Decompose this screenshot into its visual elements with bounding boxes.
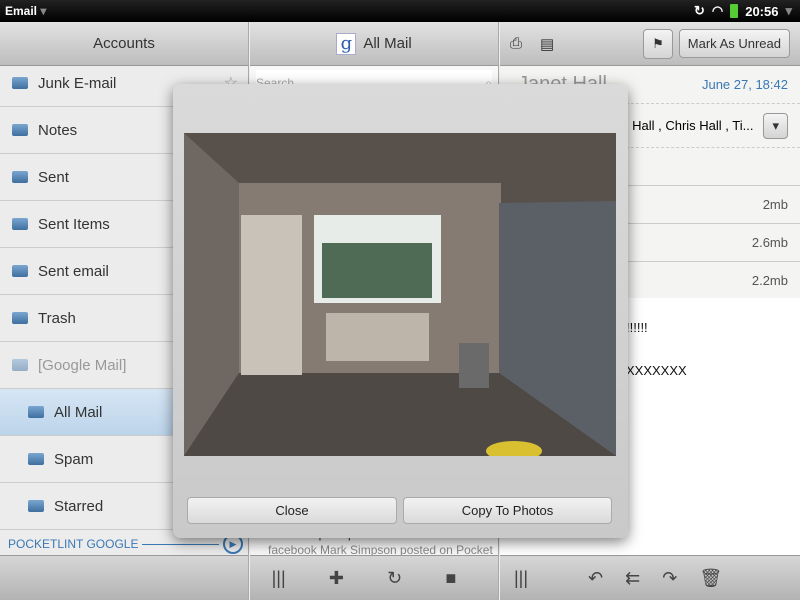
- close-button[interactable]: Close: [187, 497, 397, 524]
- attachment-size: 2mb: [762, 197, 788, 212]
- compose-icon[interactable]: ✚: [329, 568, 344, 589]
- list-header: g All Mail: [250, 22, 498, 66]
- image-viewer-dialog: Close Copy To Photos: [173, 84, 628, 538]
- folder-label: [Google Mail]: [38, 356, 127, 374]
- reply-all-icon[interactable]: ⇇: [625, 568, 640, 589]
- folder-icon: [28, 453, 44, 465]
- folder-label: Spam: [54, 450, 94, 468]
- folder-label: Notes: [38, 121, 78, 139]
- mark-unread-button[interactable]: Mark As Unread: [678, 29, 790, 58]
- battery-icon: [730, 4, 739, 18]
- attachment-size: 2.6mb: [751, 235, 788, 250]
- forward-icon[interactable]: ↷: [662, 568, 677, 589]
- refresh-icon[interactable]: ↻: [387, 568, 402, 589]
- move-to-folder-icon[interactable]: ▤: [540, 35, 554, 53]
- drag-handle-icon[interactable]: |||: [514, 568, 528, 589]
- folder-icon: [28, 406, 44, 418]
- folder-label: Starred: [54, 497, 104, 515]
- message-date: June 27, 18:42: [701, 77, 788, 92]
- attachment-size: 2.2mb: [751, 273, 788, 288]
- folder-label: Trash: [38, 309, 76, 327]
- folder-icon: [12, 77, 28, 89]
- folder-icon: [28, 500, 44, 512]
- message-header: ⎙ ▤ ⚑ Mark As Unread: [500, 22, 800, 66]
- folder-label: Junk E-mail: [38, 74, 117, 92]
- reply-icon[interactable]: ↶: [588, 568, 603, 589]
- folder-icon: [12, 359, 28, 371]
- folder-icon: [12, 265, 28, 277]
- folder-icon: [12, 171, 28, 183]
- recipients: s Hall , Chris Hall , Ti...: [622, 118, 754, 133]
- status-bar: Email ↻ ◠ 20:56 ▾: [0, 0, 800, 22]
- drag-handle-icon[interactable]: |||: [272, 568, 286, 589]
- wifi-icon: ◠: [711, 3, 724, 18]
- folder-icon[interactable]: ■: [445, 568, 456, 589]
- folder-label: Sent Items: [38, 215, 110, 233]
- folder-icon: [12, 124, 28, 136]
- folder-icon: [12, 312, 28, 324]
- message-toolbar: ||| ↶ ⇇ ↷ 🗑: [500, 555, 800, 600]
- app-menu[interactable]: Email: [5, 4, 46, 18]
- accounts-footer: [0, 555, 248, 600]
- folder-icon: [12, 218, 28, 230]
- expand-recipients-button[interactable]: ▾: [763, 112, 788, 139]
- attachment-photo: [184, 133, 616, 456]
- system-menu-icon[interactable]: ▾: [785, 3, 792, 19]
- trash-icon[interactable]: 🗑: [699, 568, 722, 589]
- folder-label: Sent: [38, 168, 69, 186]
- google-icon: g: [336, 32, 357, 55]
- print-icon[interactable]: ⎙: [510, 35, 522, 52]
- clock: 20:56: [745, 3, 779, 19]
- folder-label: Sent email: [38, 262, 109, 280]
- list-toolbar: ||| ✚ ↻ ■: [250, 555, 498, 600]
- copy-to-photos-button[interactable]: Copy To Photos: [403, 497, 612, 524]
- folder-label: All Mail: [54, 403, 103, 421]
- flag-button[interactable]: ⚑: [643, 28, 673, 59]
- rotation-lock-icon: ↻: [693, 3, 705, 18]
